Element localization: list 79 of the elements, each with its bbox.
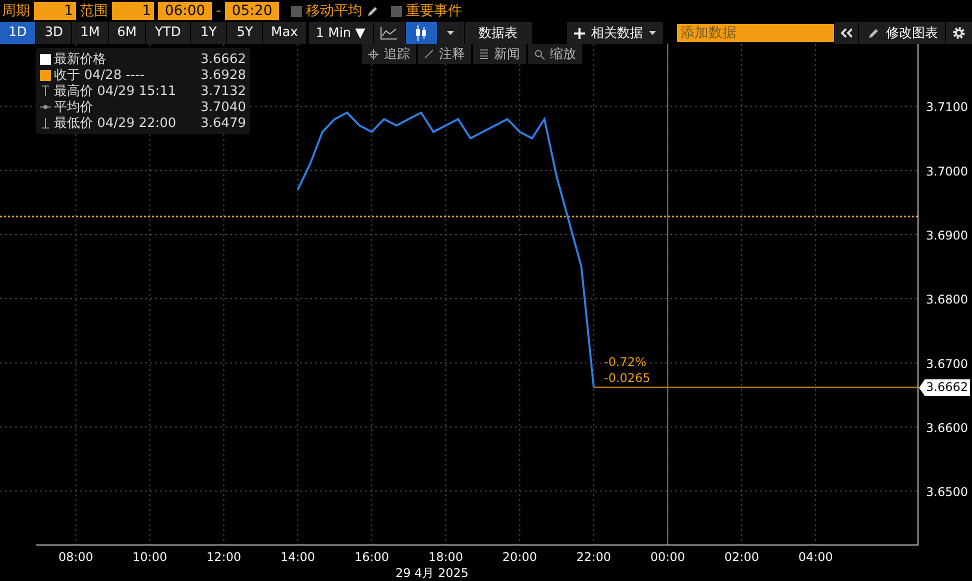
checkbox[interactable] xyxy=(391,6,402,16)
change-value: -0.0265 xyxy=(604,371,650,385)
range-tab[interactable]: 1Y xyxy=(190,22,226,44)
period-field[interactable]: 1 xyxy=(34,2,76,20)
pencil-icon xyxy=(866,26,880,40)
line-chart-icon xyxy=(380,26,398,40)
legend-label: 收于 04/28 ---- xyxy=(54,67,146,84)
x-axis-label: 02:00 xyxy=(724,550,759,564)
candlestick-icon xyxy=(415,25,428,41)
double-chevron-icon xyxy=(840,28,852,38)
legend-label: 平均价 xyxy=(54,99,94,116)
toggle-label: 移动平均 xyxy=(306,2,362,20)
range-tab[interactable]: 1D xyxy=(0,22,36,44)
y-axis-label: 3.6700 xyxy=(926,356,968,371)
x-axis-label: 12:00 xyxy=(206,550,242,564)
high-marker-icon xyxy=(40,85,51,97)
range-tab[interactable]: 6M xyxy=(108,22,145,44)
chart-tool-button[interactable]: 新闻 xyxy=(473,44,526,64)
list-icon xyxy=(479,49,489,59)
legend-label: 最高价 04/29 15:11 xyxy=(54,83,178,100)
y-axis-label: 3.6900 xyxy=(926,228,968,243)
date-label: 29 4月 2025 xyxy=(395,566,469,580)
legend-value: 3.7132 xyxy=(200,84,246,98)
x-axis-label: 00:00 xyxy=(650,550,685,564)
checkbox[interactable] xyxy=(291,6,302,16)
x-axis-label: 22:00 xyxy=(576,550,611,564)
toggle-label: 重要事件 xyxy=(406,2,462,20)
crosshair-icon xyxy=(368,48,379,60)
legend-label: 最低价 04/29 22:00 xyxy=(54,115,178,132)
x-axis-label: 04:00 xyxy=(798,550,833,564)
start-time-field[interactable]: 06:00 xyxy=(158,2,212,20)
legend-value: 3.7040 xyxy=(200,100,246,114)
end-time-field[interactable]: 05:20 xyxy=(225,2,280,20)
legend-value: 3.6928 xyxy=(200,68,246,82)
search-icon xyxy=(534,48,545,60)
low-marker-icon xyxy=(40,117,51,129)
range-tab[interactable]: Max xyxy=(263,22,306,44)
x-axis-label: 14:00 xyxy=(280,550,316,564)
interval-dropdown[interactable]: 1 Min ▼ xyxy=(308,22,373,44)
chart-type-button[interactable] xyxy=(406,22,437,44)
legend-value: 3.6479 xyxy=(200,116,246,130)
x-axis-label: 18:00 xyxy=(428,550,464,564)
legend-value: 3.6662 xyxy=(200,52,246,66)
change-percent: -0.72% xyxy=(604,355,646,369)
range-tab[interactable]: 1M xyxy=(72,22,108,44)
time-separator: - xyxy=(216,3,222,19)
y-axis-label: 3.7100 xyxy=(926,100,968,114)
chart-type-dropdown[interactable] xyxy=(438,22,464,44)
last-price-tag: 3.6662 xyxy=(919,379,970,396)
add-data-field[interactable]: 添加数据 xyxy=(676,24,834,42)
edit-chart-button[interactable]: 修改图表 xyxy=(859,22,946,44)
settings-icon xyxy=(952,26,966,40)
x-axis-label: 08:00 xyxy=(58,550,94,564)
plus-icon xyxy=(574,28,585,38)
range-tab[interactable]: YTD xyxy=(146,22,190,44)
y-axis-label: 3.6600 xyxy=(926,420,968,435)
x-axis-label: 10:00 xyxy=(132,550,168,564)
period-label: 周期 xyxy=(2,2,30,20)
range-label: 范围 xyxy=(80,2,108,20)
y-axis-label: 3.7000 xyxy=(926,164,968,178)
x-axis-label: 20:00 xyxy=(502,550,538,564)
related-data-button[interactable]: 相关数据 xyxy=(566,22,663,44)
pen-icon xyxy=(424,49,434,59)
collapse-button[interactable] xyxy=(834,22,858,44)
chart-type-button[interactable] xyxy=(374,22,405,44)
caret-icon xyxy=(648,31,656,35)
settings-button[interactable] xyxy=(946,22,972,44)
data-table-button[interactable]: 数据表 xyxy=(464,22,532,44)
range-field[interactable]: 1 xyxy=(112,2,154,20)
range-tab[interactable]: 3D xyxy=(36,22,72,44)
x-axis-label: 16:00 xyxy=(354,550,390,564)
range-tab[interactable]: 5Y xyxy=(227,22,262,44)
chart-tool-button[interactable]: 缩放 xyxy=(528,44,582,64)
chart-tool-button[interactable]: 注释 xyxy=(418,44,471,64)
chart-tool-button[interactable]: 追踪 xyxy=(362,44,416,64)
y-axis-label: 3.6500 xyxy=(926,485,968,500)
legend-label: 最新价格 xyxy=(54,51,107,68)
y-axis-label: 3.6800 xyxy=(926,292,968,307)
caret-icon xyxy=(447,31,454,35)
